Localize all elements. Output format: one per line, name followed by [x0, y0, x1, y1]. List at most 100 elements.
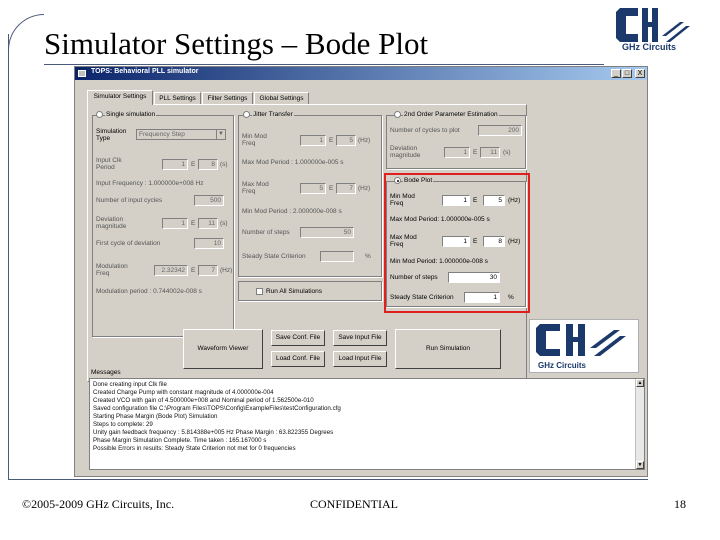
mod-freq-label: Modulation Freq — [96, 263, 128, 277]
first-cycle-label: First cycle of deviation — [96, 240, 161, 247]
maximize-button[interactable]: □ — [622, 69, 632, 78]
waveform-viewer-button[interactable]: Waveform Viewer — [183, 329, 263, 369]
run-all-label: Run All Simulations — [266, 288, 322, 295]
run-all-checkbox[interactable] — [256, 288, 263, 295]
second-order-deviation-label: Deviation magnitude — [390, 145, 421, 159]
second-order-label: 2nd Order Parameter Estimation — [403, 111, 499, 118]
jitter-min-e-label: E — [329, 137, 334, 144]
logo-caption: GHz Circuits — [622, 42, 677, 52]
message-line: Starting Phase Margin (Bode Plot) Simula… — [93, 413, 218, 420]
app-window: TOPS: Behavioral PLL simulator _ □ X Sim… — [74, 66, 648, 477]
deviation-e-label: E — [191, 220, 196, 227]
message-line: Unity gain feedback frequency : 5.814388… — [93, 429, 334, 436]
message-line: Done creating input Clk file — [93, 381, 167, 388]
message-line: Saved configuration file C:\Program File… — [93, 405, 341, 412]
message-line: Phase Margin Simulation Complete. Time t… — [93, 437, 267, 444]
jitter-max-mod-freq-label: Max Mod Freq — [242, 181, 269, 195]
message-line: Created Charge Pump with constant magnit… — [93, 389, 274, 396]
message-line: Possible Errors in results: Steady State… — [93, 445, 296, 452]
messages-textarea[interactable]: Done creating input Clk file Created Cha… — [89, 378, 645, 470]
jitter-max-unit: (Hz) — [358, 185, 371, 192]
second-order-e-label: E — [473, 149, 478, 156]
scroll-down-arrow-icon[interactable]: ▼ — [636, 461, 644, 469]
window-logo-caption: GHz Circuits — [538, 361, 587, 370]
messages-label: Messages — [91, 369, 121, 376]
run-simulation-button[interactable]: Run Simulation — [395, 329, 501, 369]
bode-highlight-box — [384, 173, 530, 313]
tab-simulator-settings[interactable]: Simulator Settings — [87, 90, 153, 105]
jitter-min-mod-freq-mantissa[interactable]: 1 — [300, 135, 326, 146]
second-order-num-cycles-field[interactable]: 200 — [478, 125, 522, 136]
slide-title: Simulator Settings – Bode Plot — [44, 26, 429, 61]
footer-confidential: CONFIDENTIAL — [310, 497, 398, 511]
jitter-min-mod-period-label: Min Mod Period : 2.000000e-008 s — [242, 208, 342, 215]
deviation-exp-field[interactable]: 11 — [198, 218, 218, 229]
second-order-radio[interactable] — [394, 111, 401, 118]
jitter-num-steps-label: Number of steps — [242, 229, 290, 236]
num-input-cycles-label: Number of input cycles — [96, 197, 163, 204]
input-clk-mantissa-field[interactable]: 1 — [162, 159, 188, 170]
tab-pll-settings[interactable]: PLL Settings — [154, 92, 201, 104]
sim-type-label: Simulation Type — [96, 128, 127, 142]
close-button[interactable]: X — [635, 69, 645, 78]
input-clk-exp-field[interactable]: 8 — [198, 159, 218, 170]
input-clk-label: Input Clk Period — [96, 157, 122, 171]
jitter-transfer-label: Jitter Transfer — [252, 111, 294, 118]
app-icon — [78, 70, 86, 77]
jitter-max-mod-freq-mantissa[interactable]: 5 — [300, 183, 326, 194]
jitter-min-mod-freq-exp[interactable]: 5 — [336, 135, 356, 146]
mod-freq-mantissa-field[interactable]: 2.32342 — [154, 265, 188, 276]
page-number: 18 — [674, 497, 686, 511]
vertical-scrollbar[interactable]: ▲ ▼ — [635, 379, 644, 469]
jitter-max-mod-freq-exp[interactable]: 7 — [336, 183, 356, 194]
load-conf-file-button[interactable]: Load Conf. File — [271, 351, 325, 367]
first-cycle-field[interactable]: 10 — [194, 238, 224, 249]
jitter-min-unit: (Hz) — [358, 137, 371, 144]
message-line: Steps to complete: 29 — [93, 421, 153, 428]
left-frame-line — [8, 34, 9, 479]
second-order-deviation-mantissa[interactable]: 1 — [444, 147, 470, 158]
tab-filter-settings[interactable]: Filter Settings — [202, 92, 253, 104]
jitter-max-e-label: E — [329, 185, 334, 192]
bottom-frame-line — [8, 479, 648, 480]
window-ghz-logo: GHz Circuits — [529, 319, 639, 373]
num-input-cycles-field[interactable]: 500 — [194, 195, 224, 206]
footer-copyright: ©2005-2009 GHz Circuits, Inc. — [22, 497, 175, 511]
mod-freq-unit: (Hz) — [220, 267, 233, 274]
jitter-transfer-radio[interactable] — [243, 111, 250, 118]
single-simulation-radio[interactable] — [96, 111, 103, 118]
message-line: Created VCO with gain of 4.500000e+008 a… — [93, 397, 314, 404]
jitter-max-mod-period-label: Max Mod Period : 1.000000e-005 s — [242, 159, 344, 166]
second-order-num-cycles-label: Number of cycles to plot — [390, 127, 460, 134]
chevron-down-icon: ▼ — [216, 130, 225, 139]
jitter-min-mod-freq-label: Min Mod Freq — [242, 133, 267, 147]
single-simulation-label: Single simulation — [105, 111, 157, 118]
window-titlebar[interactable]: TOPS: Behavioral PLL simulator _ □ X — [75, 67, 647, 80]
left-frame-curve — [8, 14, 44, 54]
jitter-steady-field[interactable] — [320, 251, 354, 262]
sim-type-value: Frequency Step — [139, 131, 185, 138]
minimize-button[interactable]: _ — [611, 69, 621, 78]
input-clk-unit: (s) — [220, 161, 228, 168]
mod-freq-e-label: E — [191, 267, 196, 274]
second-order-group — [386, 115, 526, 169]
sim-type-select[interactable]: Frequency Step ▼ — [136, 129, 226, 140]
deviation-magnitude-label: Deviation magnitude — [96, 216, 127, 230]
deviation-mantissa-field[interactable]: 1 — [162, 218, 188, 229]
load-input-file-button[interactable]: Load Input File — [333, 351, 387, 367]
window-title: TOPS: Behavioral PLL simulator — [91, 68, 199, 75]
deviation-unit: (s) — [220, 220, 228, 227]
jitter-num-steps-field[interactable]: 50 — [300, 227, 354, 238]
jitter-steady-unit: % — [365, 253, 371, 260]
save-input-file-button[interactable]: Save Input File — [333, 330, 387, 346]
input-frequency-label: Input Frequency : 1.000000e+008 Hz — [96, 180, 204, 187]
jitter-steady-label: Steady State Criterion — [242, 253, 306, 260]
title-underline — [44, 64, 604, 65]
second-order-deviation-exp[interactable]: 11 — [480, 147, 500, 158]
tab-global-settings[interactable]: Global Settings — [254, 92, 309, 104]
scroll-up-arrow-icon[interactable]: ▲ — [636, 379, 644, 387]
input-clk-e-label: E — [191, 161, 196, 168]
second-order-deviation-unit: (s) — [503, 149, 511, 156]
mod-freq-exp-field[interactable]: 7 — [198, 265, 218, 276]
save-conf-file-button[interactable]: Save Conf. File — [271, 330, 325, 346]
